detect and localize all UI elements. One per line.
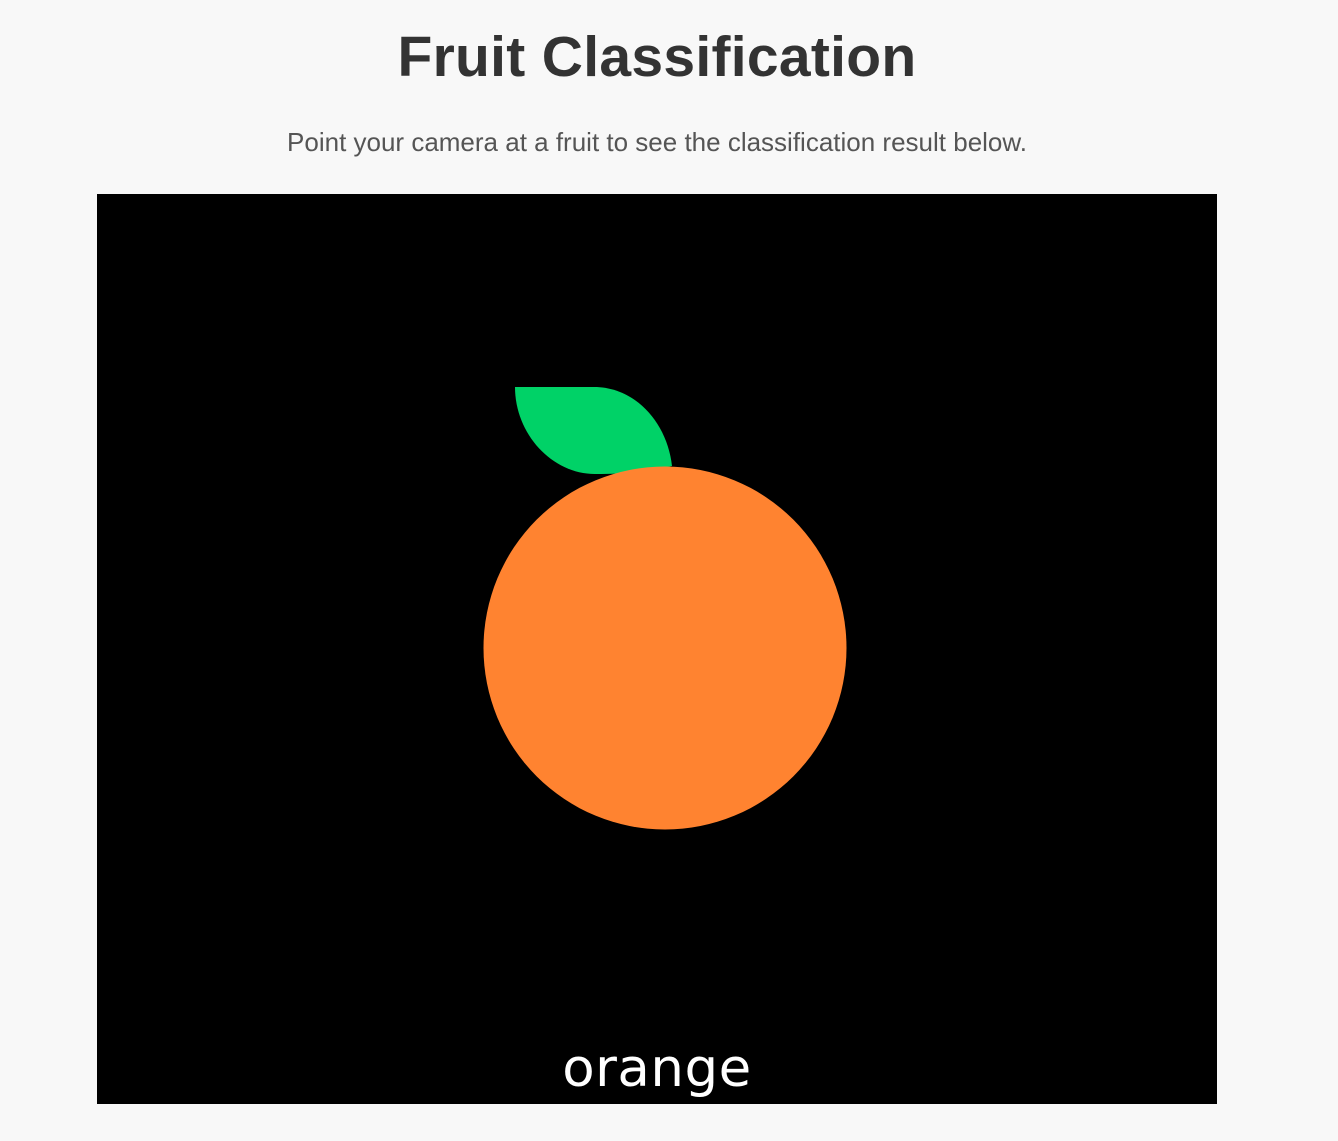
classification-result: orange	[562, 1038, 752, 1099]
leaf-icon	[515, 387, 672, 474]
orange-fruit-icon	[483, 466, 847, 830]
instructions-text: Point your camera at a fruit to see the …	[287, 127, 1027, 157]
camera-feed: orange	[97, 194, 1217, 1104]
page-title: Fruit Classification	[397, 25, 917, 89]
fruit-illustration	[483, 387, 847, 830]
